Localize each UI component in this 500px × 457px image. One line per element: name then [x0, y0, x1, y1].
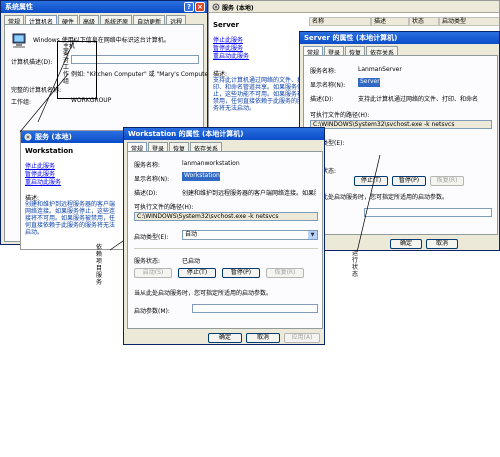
divider [134, 248, 318, 249]
workstation-properties-title: Workstation 的属性 (本地计算机) [128, 130, 244, 138]
pause-button[interactable]: 暂停(P) [222, 268, 260, 278]
chevron-down-icon[interactable]: ▼ [308, 231, 317, 239]
workstation-properties-titlebar[interactable]: Workstation 的属性 (本地计算机) [124, 128, 324, 140]
stop-button[interactable]: 停止(T) [178, 268, 216, 278]
service-status-value: 已启动 [182, 258, 201, 265]
startup-type-select[interactable]: 自动 ▼ [182, 230, 318, 240]
cancel-button[interactable]: 取消 [246, 333, 280, 343]
display-name-label: 显示名称(N): [134, 176, 170, 183]
startup-type-value: 自动 [185, 231, 198, 238]
service-name-value: lanmanworkstation [182, 160, 240, 167]
annotation-line [356, 154, 381, 253]
workstation-general-panel: 服务名称: lanmanworkstation 显示名称(N): Worksta… [127, 151, 323, 329]
annotation-line [37, 37, 76, 123]
service-name-label: 服务名称: [134, 162, 161, 169]
start-params-label: 启动参数(M): [134, 308, 170, 315]
description-label: 描述(D): [134, 190, 158, 197]
annotation-line [19, 73, 69, 133]
startup-type-label: 启动类型(E): [134, 234, 169, 241]
start-params-input[interactable] [192, 304, 318, 313]
service-status-label: 服务状态: [134, 258, 161, 265]
ok-button[interactable]: 确定 [208, 333, 242, 343]
resume-button[interactable]: 恢复(R) [266, 268, 304, 278]
workstation-properties-window: Workstation 的属性 (本地计算机) 常规 登录 恢复 依存关系 服务… [123, 127, 325, 345]
start-button[interactable]: 启动(S) [134, 268, 172, 278]
start-params-note: 当从此处启动服务时，您可指定所适用的启动参数。 [134, 290, 273, 297]
display-name-input[interactable]: Workstation [182, 172, 220, 181]
executable-path-value: C:\WINDOWS\System32\svchost.exe -k netsv… [134, 212, 318, 221]
apply-button[interactable]: 应用(A) [284, 333, 320, 343]
executable-path-label: 可执行文件的路径(H): [134, 204, 194, 211]
description-value: 创建和维护到远程服务器的客户端网络连接。如果服务 [182, 190, 316, 197]
